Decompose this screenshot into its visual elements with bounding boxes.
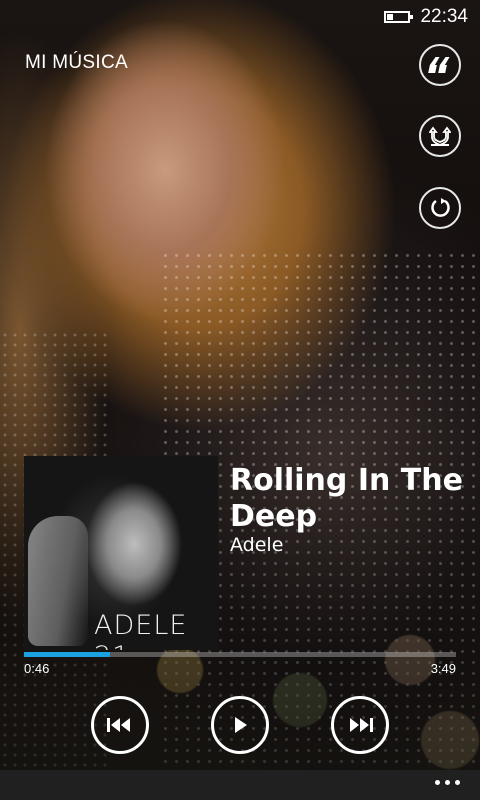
play-icon bbox=[235, 717, 247, 733]
previous-button[interactable] bbox=[91, 696, 149, 754]
progress-bar[interactable] bbox=[24, 652, 456, 657]
shuffle-button[interactable] bbox=[419, 115, 461, 157]
play-button[interactable] bbox=[211, 696, 269, 754]
quote-icon bbox=[428, 57, 450, 73]
shuffle-icon bbox=[429, 126, 451, 146]
next-button[interactable] bbox=[331, 696, 389, 754]
status-clock: 22:34 bbox=[420, 6, 468, 27]
progress-fill bbox=[24, 652, 111, 657]
skip-next-icon bbox=[350, 718, 373, 732]
track-title: Rolling In The Deep bbox=[230, 463, 463, 534]
elapsed-time: 0:46 bbox=[24, 661, 50, 676]
more-dots-icon[interactable] bbox=[435, 780, 460, 785]
quote-button[interactable] bbox=[419, 44, 461, 86]
repeat-icon bbox=[431, 198, 450, 217]
app-bar bbox=[0, 770, 480, 800]
repeat-button[interactable] bbox=[419, 187, 461, 229]
total-time: 3:49 bbox=[430, 661, 456, 676]
track-artist[interactable]: Adele bbox=[230, 534, 283, 556]
battery-icon bbox=[384, 11, 414, 23]
album-art-text: ADELE 21 bbox=[94, 610, 188, 650]
album-art: ADELE 21 bbox=[24, 456, 218, 650]
app-title: MI MÚSICA bbox=[25, 52, 128, 73]
album-art-figure bbox=[28, 516, 88, 646]
status-bar: 22:34 bbox=[384, 4, 468, 30]
skip-previous-icon bbox=[107, 718, 130, 732]
